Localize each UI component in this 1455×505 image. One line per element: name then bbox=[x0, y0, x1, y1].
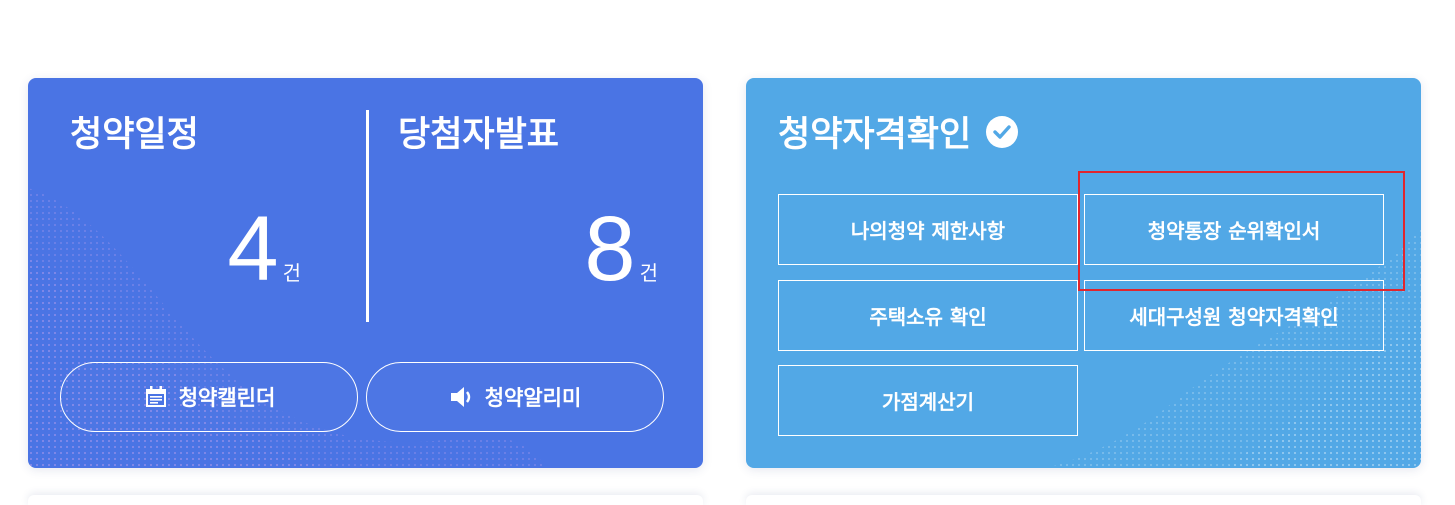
schedule-count-number: 4 bbox=[227, 198, 279, 300]
calendar-button[interactable]: 청약캘린더 bbox=[60, 362, 358, 432]
schedule-count: 4건 bbox=[227, 203, 301, 295]
qualification-title: 청약자격확인 bbox=[778, 106, 1019, 157]
winners-count-number: 8 bbox=[584, 198, 636, 300]
schedule-count-unit: 건 bbox=[282, 261, 301, 285]
alarm-button[interactable]: 청약알리미 bbox=[366, 362, 664, 432]
winners-count: 8건 bbox=[584, 203, 658, 295]
winners-title: 당첨자발표 bbox=[398, 115, 560, 155]
schedule-card: 청약일정 4건 당첨자발표 8건 청약캘린더 청약알리미 bbox=[28, 78, 703, 468]
check-circle-icon bbox=[985, 115, 1019, 149]
calendar-icon bbox=[143, 384, 169, 410]
winners-count-unit: 건 bbox=[639, 261, 658, 285]
calendar-button-label: 청약캘린더 bbox=[178, 386, 276, 410]
home-ownership-check-button[interactable]: 주택소유 확인 bbox=[778, 280, 1078, 351]
page: 청약일정 4건 당첨자발표 8건 청약캘린더 청약알리미 청약자격확인 나의청약… bbox=[0, 0, 1455, 505]
my-restrictions-button[interactable]: 나의청약 제한사항 bbox=[778, 194, 1078, 265]
schedule-stat[interactable]: 청약일정 4건 bbox=[28, 78, 348, 328]
alarm-button-label: 청약알리미 bbox=[484, 386, 582, 410]
household-qualification-button[interactable]: 세대구성원 청약자격확인 bbox=[1084, 280, 1384, 351]
schedule-title: 청약일정 bbox=[70, 115, 199, 155]
score-calculator-button[interactable]: 가점계산기 bbox=[778, 365, 1078, 436]
next-section-card-left bbox=[28, 495, 703, 505]
speaker-icon bbox=[449, 384, 475, 410]
winners-stat[interactable]: 당첨자발표 8건 bbox=[368, 78, 688, 328]
account-rank-certificate-button[interactable]: 청약통장 순위확인서 bbox=[1084, 194, 1384, 265]
qualification-card: 청약자격확인 나의청약 제한사항 청약통장 순위확인서 주택소유 확인 세대구성… bbox=[746, 78, 1421, 468]
next-section-card-right bbox=[746, 495, 1421, 505]
qualification-title-text: 청약자격확인 bbox=[778, 115, 972, 155]
